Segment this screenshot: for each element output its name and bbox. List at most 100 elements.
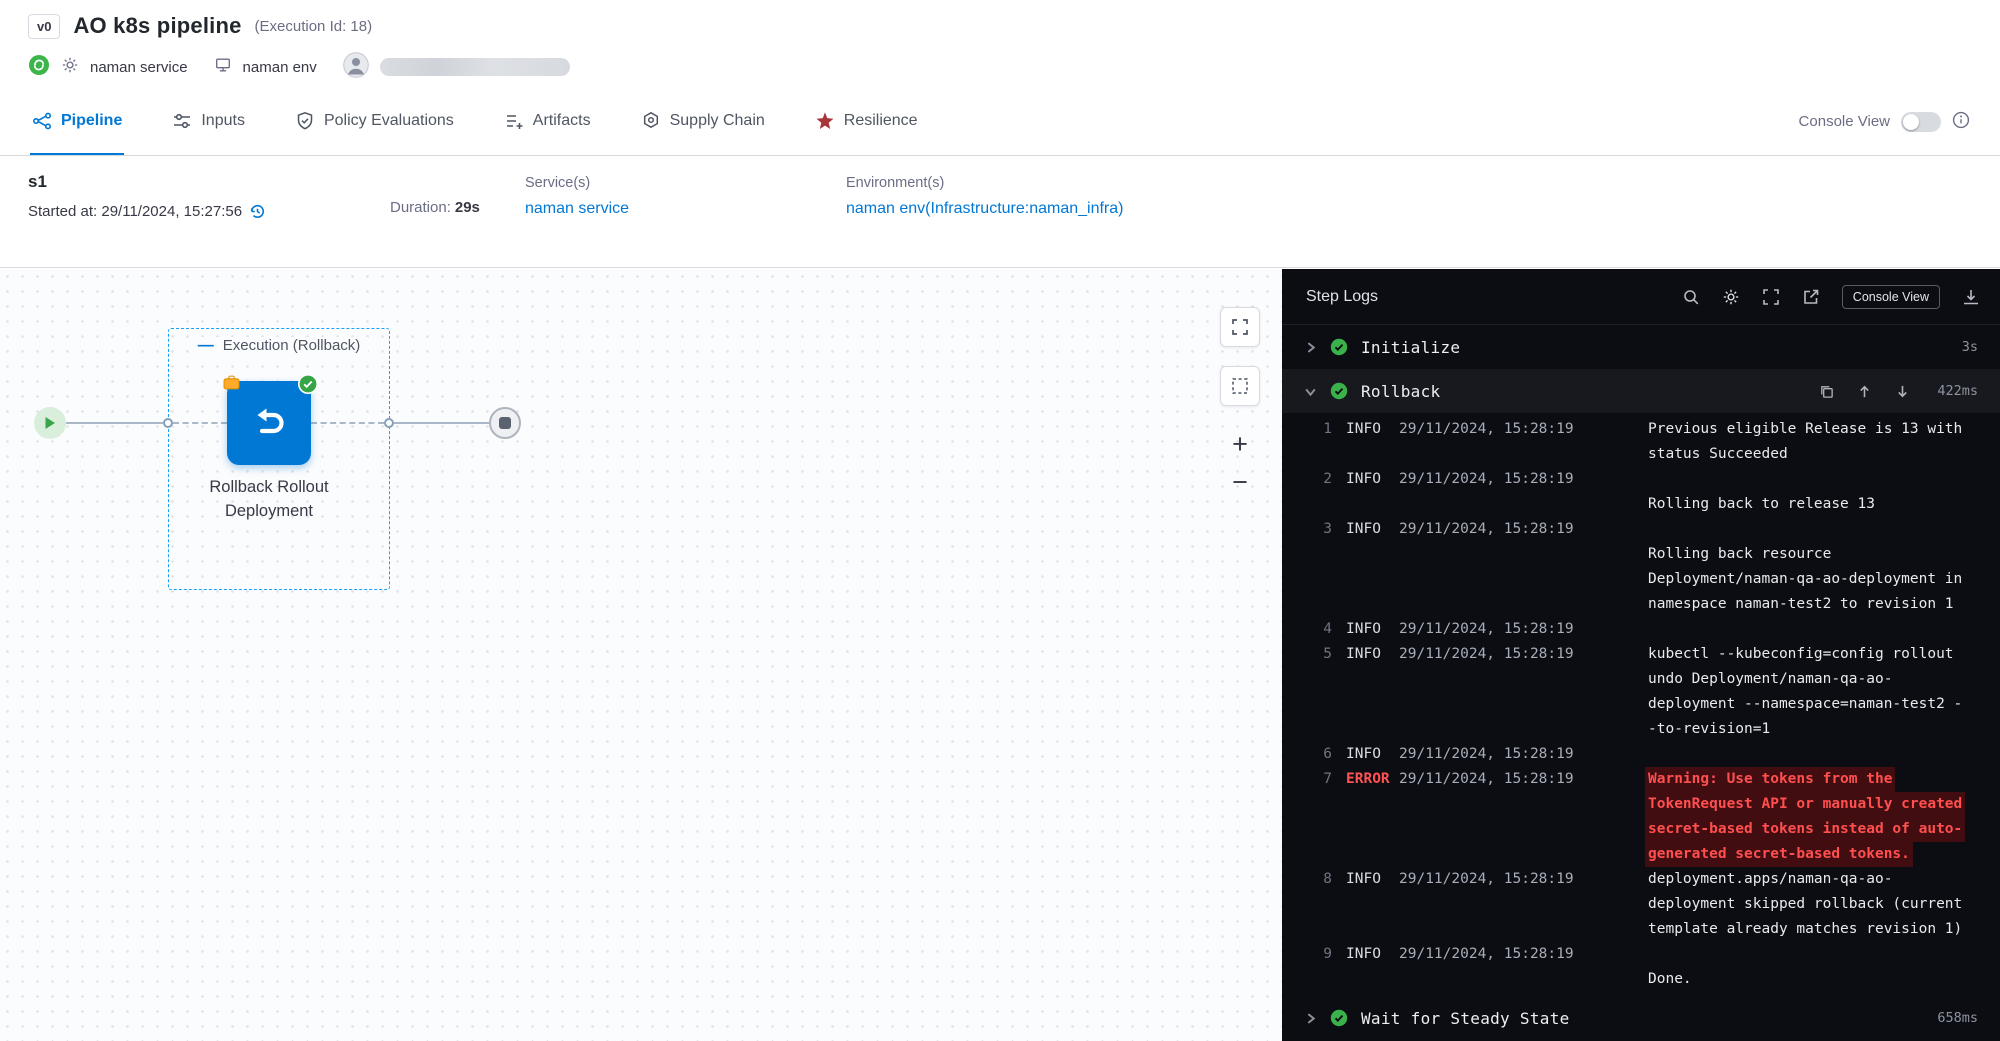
log-timestamp: 29/11/2024, 15:28:19 [1394,467,1643,517]
duration-block: Duration: 29s [390,172,525,267]
log-level: ERROR [1332,767,1394,867]
search-icon[interactable] [1682,288,1700,306]
zoom-in-button[interactable]: + [1220,424,1260,464]
pipeline-start-node[interactable] [34,407,66,439]
log-timestamp: 29/11/2024, 15:28:19 [1394,642,1643,742]
environment-link[interactable]: naman env(Infrastructure:naman_infra) [846,200,1123,218]
service-link[interactable]: naman service [525,200,846,218]
log-row: 3INFO29/11/2024, 15:28:19 Rolling back r… [1282,517,2000,617]
log-timestamp: 29/11/2024, 15:28:19 [1394,942,1643,992]
line-number: 7 [1306,767,1332,867]
environments-label: Environment(s) [846,175,1123,191]
canvas-fullscreen-button[interactable] [1220,307,1260,347]
line-number: 8 [1306,867,1332,942]
duration-label: Duration: [390,199,451,216]
policy-evaluations-icon [295,111,315,131]
log-level: INFO [1332,742,1394,767]
console-view-button[interactable]: Console View [1842,285,1940,309]
artifacts-icon [504,111,524,131]
copy-logs-icon[interactable] [1819,384,1834,399]
tab-pipeline[interactable]: Pipeline [30,88,124,155]
log-sections: Initialize3s Rollback 422ms 1INFO29/11/2024… [1282,325,2000,1041]
header: v0 AO k8s pipeline (Execution Id: 18) na… [0,0,2000,88]
tab-bar: Pipeline Inputs Policy Evaluations Artifact… [0,88,2000,156]
log-section-initialize[interactable]: Initialize3s [1282,325,2000,369]
log-section-wait-for-steady-state[interactable]: Wait for Steady State658ms [1282,996,2000,1040]
open-in-new-icon[interactable] [1802,288,1820,306]
execution-history-icon[interactable] [249,203,266,220]
tab-policy-evaluations[interactable]: Policy Evaluations [293,88,456,155]
edge-group-to-step [173,422,227,424]
canvas-select-button[interactable] [1220,366,1260,406]
download-logs-icon[interactable] [1962,288,1980,306]
log-message: Warning: Use tokens from theTokenRequest… [1643,767,2000,867]
services-block: Service(s) naman service [525,172,846,267]
scroll-to-bottom-icon[interactable] [1895,384,1910,399]
environments-block: Environment(s) naman env(Infrastructure:… [846,172,1123,267]
pipeline-canvas[interactable]: — Execution (Rollback) Rollback Rollout … [0,269,1282,1041]
tab-supply-chain[interactable]: Supply Chain [639,88,767,155]
log-timestamp: 29/11/2024, 15:28:19 [1394,867,1643,942]
line-number: 2 [1306,467,1332,517]
rollback-icon [247,401,291,445]
log-row: 8INFO29/11/2024, 15:28:19deployment.apps… [1282,867,2000,942]
pipeline-icon [32,111,52,131]
tab-label: Pipeline [61,112,122,130]
tab-inputs[interactable]: Inputs [170,88,247,155]
fullscreen-icon[interactable] [1762,288,1780,306]
log-row: 1INFO29/11/2024, 15:28:19Previous eligib… [1282,417,2000,467]
log-timestamp: 29/11/2024, 15:28:19 [1394,742,1643,767]
execution-id: (Execution Id: 18) [255,18,373,35]
log-message: kubectl --kubeconfig=config rolloutundo … [1643,642,2000,742]
group-header[interactable]: — Execution (Rollback) [191,337,368,354]
step-logs-panel: Step Logs Console View Initialize3sRollb… [1282,269,2000,1041]
chevron-icon [1304,341,1317,354]
success-circle-icon [1330,338,1348,356]
info-circle-icon[interactable] [1952,111,1970,133]
section-duration: 422ms [1937,383,1978,399]
log-section-rollback[interactable]: Rollback 422ms [1282,369,2000,413]
log-level: INFO [1332,617,1394,642]
success-circle-icon [1330,382,1348,400]
line-number: 3 [1306,517,1332,617]
log-lines: 1INFO29/11/2024, 15:28:19Previous eligib… [1282,413,2000,996]
line-number: 4 [1306,617,1332,642]
line-number: 6 [1306,742,1332,767]
log-row: 7ERROR29/11/2024, 15:28:19Warning: Use t… [1282,767,2000,867]
section-duration: 3s [1962,339,1978,355]
tab-resilience[interactable]: Resilience [813,88,920,155]
log-timestamp: 29/11/2024, 15:28:19 [1394,417,1643,467]
log-settings-gear-icon[interactable] [1722,288,1740,306]
log-row: 2INFO29/11/2024, 15:28:19 Rolling back t… [1282,467,2000,517]
tab-artifacts[interactable]: Artifacts [502,88,593,155]
toggle-knob [1903,114,1919,130]
service-gear-icon [61,56,79,78]
service-name[interactable]: naman service [90,59,188,76]
log-timestamp: 29/11/2024, 15:28:19 [1394,617,1643,642]
group-in-port [163,418,173,428]
chevron-icon [1304,385,1317,398]
pipeline-end-node[interactable] [489,407,521,439]
environment-name[interactable]: naman env [243,59,317,76]
log-message: deployment.apps/naman-qa-ao-deployment s… [1643,867,2000,942]
log-level: INFO [1332,642,1394,742]
log-timestamp: 29/11/2024, 15:28:19 [1394,517,1643,617]
step-node-rollback-rollout-deployment[interactable] [227,381,311,465]
environment-icon [214,56,232,78]
log-panel-title: Step Logs [1306,288,1378,306]
collapse-group-icon[interactable]: — [198,338,214,354]
tab-label: Resilience [844,112,918,130]
pipeline-execution-page: v0 AO k8s pipeline (Execution Id: 18) na… [0,0,2000,1041]
log-level: INFO [1332,517,1394,617]
log-message [1643,617,2000,642]
redacted-user-info [380,58,570,76]
zoom-out-button[interactable]: − [1220,462,1260,502]
tabs-list: Pipeline Inputs Policy Evaluations Artifact… [30,88,920,155]
console-view-toggle[interactable] [1901,112,1941,132]
section-name: Rollback [1361,382,1440,401]
step-success-icon [298,374,318,394]
log-message: Previous eligible Release is 13 withstat… [1643,417,2000,467]
page-title: AO k8s pipeline [73,13,241,39]
scroll-to-top-icon[interactable] [1857,384,1872,399]
supply-chain-icon [641,111,661,131]
